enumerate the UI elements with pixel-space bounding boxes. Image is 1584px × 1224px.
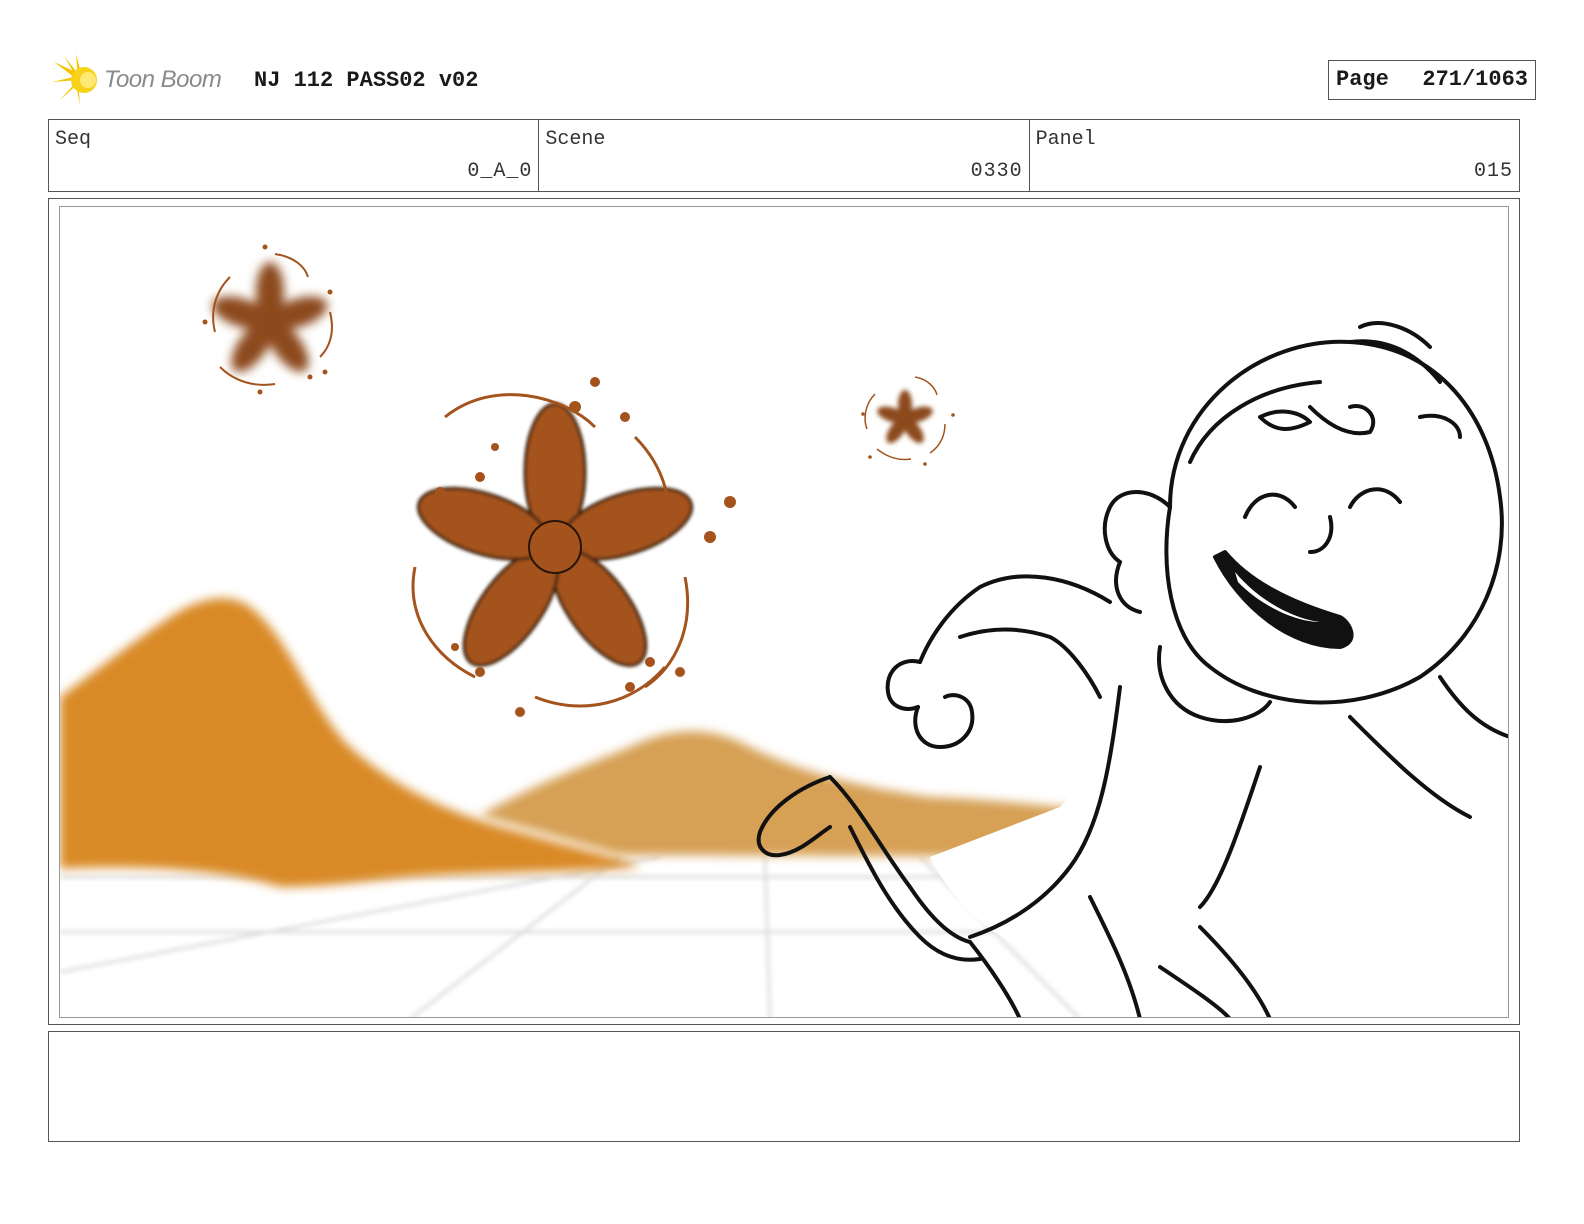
star-anise-large — [411, 377, 736, 717]
scene-label: Scene — [545, 128, 606, 151]
star-anise-small-right — [861, 376, 955, 466]
toon-boom-logo: Toon Boom — [50, 52, 240, 108]
scene-cell: Scene 0330 — [539, 120, 1030, 191]
panel-cell: Panel 015 — [1030, 120, 1519, 191]
page-counter: Page 271/1063 — [1328, 60, 1536, 100]
seq-value: 0_A_0 — [467, 160, 533, 183]
seq-cell: Seq 0_A_0 — [49, 120, 540, 191]
page-value: 271/1063 — [1422, 67, 1528, 92]
seq-label: Seq — [55, 128, 92, 151]
character-sketch — [756, 321, 1508, 1017]
project-title: NJ 112 PASS02 v02 — [254, 68, 479, 93]
sunburst-icon — [52, 54, 97, 106]
panel-value: 015 — [1473, 160, 1513, 183]
storyboard-drawing — [59, 206, 1509, 1018]
panel-info-row: Seq 0_A_0 Scene 0330 Panel 015 — [48, 119, 1520, 192]
panel-illustration — [60, 244, 1508, 1017]
scene-value: 0330 — [970, 160, 1023, 183]
panel-label: Panel — [1035, 128, 1096, 151]
star-anise-small-left — [202, 244, 333, 395]
storyboard-panel-frame — [48, 198, 1520, 1025]
panel-notes-box — [48, 1031, 1520, 1142]
page-label: Page — [1336, 67, 1389, 92]
mountain-near — [60, 598, 640, 887]
storyboard-header: Toon Boom NJ 112 PASS02 v02 Page 271/106… — [50, 52, 1536, 108]
logo-text: Toon Boom — [104, 66, 222, 93]
